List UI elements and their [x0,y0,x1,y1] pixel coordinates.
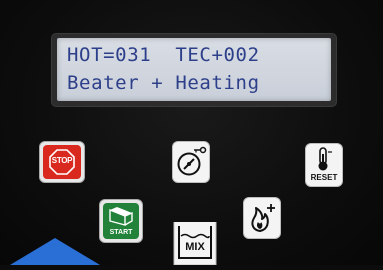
stop-label: STOP [51,156,73,165]
start-button[interactable]: START [100,200,142,242]
mix-label: MIX [185,241,205,253]
start-flag-icon [109,207,133,226]
flame-plus-icon [251,204,275,232]
blue-triangle-decor [10,238,100,265]
lcd-line-2: Beater + Heating [67,72,260,94]
reset-button[interactable]: RESET [306,144,342,186]
heating-button[interactable] [244,198,280,238]
start-label: START [109,229,133,236]
lcd-display: HOT=031 TEC+002 Beater + Heating [57,38,331,101]
thermometer-icon [318,147,332,171]
dial-key-button[interactable] [173,142,209,182]
mix-button[interactable]: MIX [170,220,220,266]
control-panel: HOT=031 TEC+002 Beater + Heating STOP RE… [0,0,383,266]
lcd-line-1: HOT=031 TEC+002 [67,44,260,66]
stop-button[interactable]: STOP [40,142,84,182]
dial-key-icon [177,146,207,176]
reset-label: RESET [310,173,338,182]
